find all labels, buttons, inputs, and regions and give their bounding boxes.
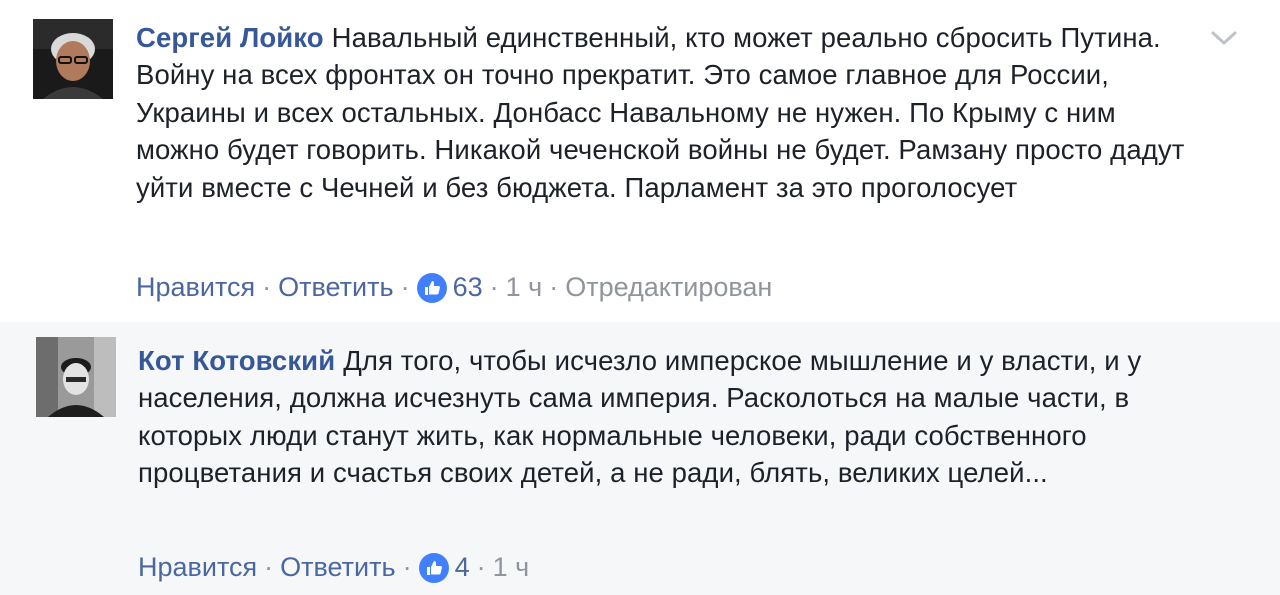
thumbs-up-icon[interactable] — [418, 552, 449, 583]
separator: · — [489, 272, 499, 302]
reactions-count[interactable]: 4 — [455, 552, 470, 583]
author-name[interactable]: Кот Котовский — [138, 345, 335, 376]
separator: · — [400, 272, 410, 302]
avatar-photo — [33, 19, 113, 99]
avatar[interactable] — [33, 19, 113, 99]
comment-actions: Нравится · Ответить · 4 · 1 ч — [138, 552, 529, 583]
chevron-down-icon[interactable] — [1210, 28, 1238, 48]
separator: · — [262, 272, 272, 302]
reply-button[interactable]: Ответить — [280, 552, 395, 583]
reply-comment: Кот Котовский Для того, чтобы исчезло имп… — [0, 322, 1280, 595]
timestamp[interactable]: 1 ч — [506, 272, 543, 303]
separator: · — [264, 552, 274, 582]
edited-label[interactable]: Отредактирован — [565, 272, 772, 303]
separator: · — [549, 272, 559, 302]
like-button[interactable]: Нравится — [136, 272, 255, 303]
avatar[interactable] — [36, 337, 116, 417]
separator: · — [476, 552, 486, 582]
reactions-count[interactable]: 63 — [453, 272, 483, 303]
separator: · — [402, 552, 412, 582]
comment-actions: Нравится · Ответить · 63 · 1 ч · Отредак… — [136, 272, 772, 303]
avatar-photo — [36, 337, 116, 417]
thumbs-up-icon[interactable] — [416, 272, 447, 303]
reply-button[interactable]: Ответить — [278, 272, 393, 303]
comment: Сергей Лойко Навальный единственный, кто … — [0, 0, 1280, 322]
timestamp[interactable]: 1 ч — [493, 552, 530, 583]
author-name[interactable]: Сергей Лойко — [136, 22, 324, 53]
like-button[interactable]: Нравится — [138, 552, 257, 583]
comment-body: Сергей Лойко Навальный единственный, кто … — [136, 19, 1196, 206]
comment-body: Кот Котовский Для того, чтобы исчезло имп… — [138, 342, 1238, 492]
